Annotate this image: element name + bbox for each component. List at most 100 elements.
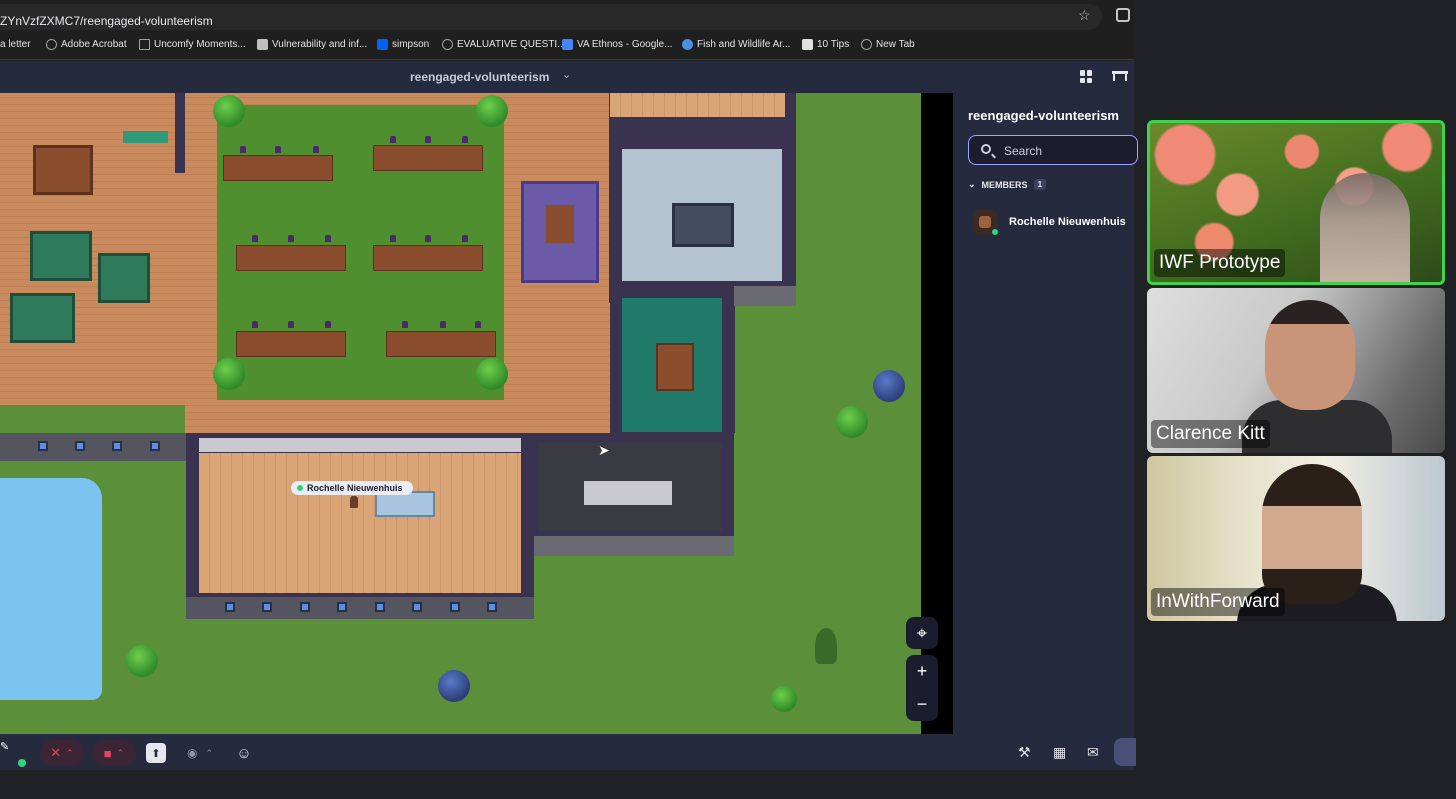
dropbox-icon (377, 39, 388, 50)
wall (0, 433, 190, 461)
extensions-icon[interactable] (1116, 8, 1130, 22)
bookmark-item[interactable]: EVALUATIVE QUESTI... (442, 39, 566, 50)
camera-toggle-button[interactable]: ■ ⌃ (92, 740, 136, 766)
locate-me-button[interactable]: ⌖ (906, 617, 938, 649)
tree (126, 645, 158, 677)
video-tile[interactable]: Clarence Kitt (1147, 288, 1445, 453)
bookmark-label: 10 Tips (817, 39, 850, 50)
wall-block (734, 286, 796, 306)
game-map[interactable]: Rochelle Nieuwenhuis ➤ (0, 93, 921, 734)
bookmark-item[interactable]: Fish and Wildlife Ar... (682, 39, 790, 50)
participant-video (1262, 464, 1362, 604)
bookmark-item[interactable]: Uncomfy Moments... (139, 39, 246, 50)
chair (462, 136, 468, 143)
tree (771, 686, 797, 712)
participant-video (1265, 300, 1355, 410)
wall-strip (199, 438, 521, 452)
player-name: Rochelle Nieuwenhuis (307, 483, 403, 493)
bookmark-item[interactable]: simpson (377, 39, 429, 50)
table (546, 205, 574, 243)
calendar-icon[interactable]: ▦ (1053, 744, 1066, 761)
screenshare-icon: ⬆ (146, 743, 166, 763)
camera-off-icon: ■ (103, 745, 112, 761)
crosshair-icon: ⌖ (916, 622, 928, 643)
chair (440, 321, 446, 328)
chevron-up-icon[interactable]: ⌃ (205, 748, 213, 759)
avatar (973, 209, 999, 236)
globe-icon (861, 39, 872, 50)
emoji-button[interactable]: ☺ (234, 740, 254, 766)
member-item[interactable]: Rochelle Nieuwenhuis (973, 209, 1126, 236)
chair (402, 321, 408, 328)
participant-name: InWithForward (1151, 588, 1285, 616)
bookmark-item[interactable]: a letter (0, 39, 31, 50)
bookmark-item[interactable]: 10 Tips (802, 39, 849, 50)
tree (873, 370, 905, 402)
participants-button[interactable] (1114, 738, 1136, 766)
bookmark-star-icon[interactable]: ☆ (1078, 7, 1091, 24)
chair (325, 235, 331, 242)
pond (0, 478, 102, 700)
members-sidebar: reengaged-volunteerism ⌄ MEMBERS 1 Roche… (953, 93, 1138, 734)
bookmark-item[interactable]: Adobe Acrobat (46, 39, 127, 50)
desk-row (236, 331, 346, 357)
zoom-out-button[interactable]: − (906, 688, 938, 721)
chair (288, 321, 294, 328)
chair (275, 146, 281, 153)
chair (390, 235, 396, 242)
bookmark-label: New Tab (876, 39, 915, 50)
edit-icon[interactable]: ✎ (0, 740, 9, 753)
bookmarks-bar: a letter Adobe Acrobat Uncomfy Moments..… (0, 32, 1134, 60)
video-tile[interactable]: InWithForward (1147, 456, 1445, 621)
search-input[interactable] (1004, 142, 1124, 160)
tree (438, 670, 470, 702)
mic-muted-icon: ✕ (50, 745, 62, 760)
grid-view-icon[interactable] (1080, 70, 1093, 83)
record-button[interactable]: ◉ ⌃ (180, 740, 220, 766)
table (98, 253, 150, 303)
chat-icon[interactable]: ✉ (1087, 744, 1099, 761)
bookmark-label: EVALUATIVE QUESTI... (457, 39, 566, 50)
chair (425, 136, 431, 143)
desk-row (386, 331, 496, 357)
screenshare-button[interactable]: ⬆ (146, 740, 166, 766)
bookmark-item[interactable]: New Tab (861, 39, 915, 50)
table (10, 293, 75, 343)
table (656, 343, 694, 391)
bookmark-item[interactable]: Vulnerability and inf... (257, 39, 367, 50)
chair (325, 321, 331, 328)
bookmark-label: Vulnerability and inf... (272, 39, 368, 50)
tree (213, 95, 245, 127)
site-icon (802, 39, 813, 50)
bookmark-label: VA Ethnos - Google... (577, 39, 673, 50)
emoji-icon: ☺ (236, 744, 252, 762)
taskbar-area (0, 770, 1134, 799)
members-header[interactable]: ⌄ MEMBERS 1 (968, 179, 1047, 190)
chevron-up-icon[interactable]: ⌃ (117, 748, 125, 759)
mic-toggle-button[interactable]: ✕ ⌃ (40, 740, 84, 766)
tree (476, 358, 508, 390)
tree (815, 628, 837, 664)
online-status-icon (297, 485, 303, 491)
table-icon[interactable] (1112, 71, 1128, 81)
table (33, 145, 93, 195)
chevron-down-icon[interactable]: ⌄ (562, 68, 571, 81)
bookmark-item[interactable]: VA Ethnos - Google... (562, 39, 672, 50)
table (672, 203, 734, 247)
zoom-in-button[interactable]: + (906, 655, 938, 688)
build-hammer-icon[interactable]: ⚒ (1018, 744, 1031, 761)
bookmark-label: simpson (392, 39, 430, 50)
video-tile[interactable]: IWF Prototype (1147, 120, 1445, 285)
url-field[interactable]: ZYnVzfZXMC7/reengaged-volunteerism (0, 4, 1102, 30)
chair (425, 235, 431, 242)
wall (175, 93, 185, 173)
chair (288, 235, 294, 242)
zoom-controls: + − (906, 655, 938, 721)
site-icon (682, 39, 693, 50)
online-status-icon (991, 228, 999, 236)
space-name[interactable]: reengaged-volunteerism (410, 70, 549, 84)
search-box[interactable] (968, 135, 1138, 165)
chevron-up-icon[interactable]: ⌃ (66, 748, 74, 759)
google-docs-icon (562, 39, 573, 50)
counter (610, 93, 785, 117)
